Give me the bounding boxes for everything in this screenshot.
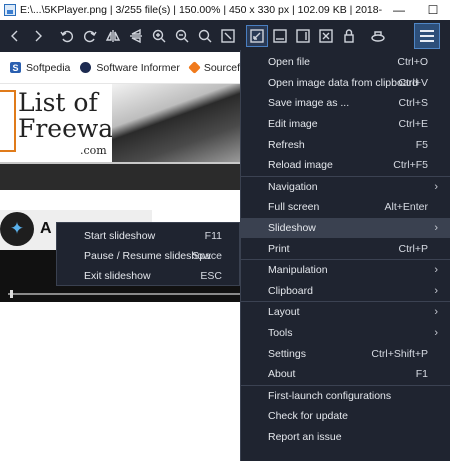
logo-text-line1: List of <box>18 88 98 117</box>
menu-item-refresh[interactable]: Refresh F5 <box>241 134 450 155</box>
lock-zoom-icon[interactable] <box>338 25 360 47</box>
submenu-item-pause-resume[interactable]: Pause / Resume slideshow Space <box>57 246 239 266</box>
bookmark-software-informer: Software Informer <box>80 62 180 74</box>
scale-to-width-icon[interactable] <box>269 25 291 47</box>
chevron-right-icon: › <box>434 264 438 277</box>
maximize-button[interactable]: ☐ <box>416 0 450 20</box>
chevron-right-icon: › <box>434 222 438 235</box>
menu-item-tools[interactable]: Tools › <box>241 323 450 344</box>
forward-icon[interactable] <box>27 25 49 47</box>
image-dark-band <box>0 164 240 190</box>
software-informer-icon <box>80 62 92 73</box>
chevron-right-icon: › <box>434 306 438 319</box>
main-menu-icon[interactable] <box>414 23 440 49</box>
main-menu: Open file Ctrl+O Open image data from cli… <box>240 50 450 461</box>
image-bookmarks-bar: S Softpedia Software Informer Sourcef <box>0 52 240 84</box>
menu-item-about[interactable]: About F1 <box>241 364 450 385</box>
menu-item-clipboard[interactable]: Clipboard › <box>241 281 450 302</box>
title-bar: E:\...\5KPlayer.png | 3/255 file(s) | 15… <box>0 0 450 20</box>
image-player-progress <box>8 293 240 295</box>
logo-text-line3: .com <box>80 144 107 157</box>
minimize-button[interactable]: — <box>382 0 416 20</box>
menu-item-reload-image[interactable]: Reload image Ctrl+F5 <box>241 155 450 176</box>
menu-item-open-file[interactable]: Open file Ctrl+O <box>241 52 450 73</box>
menu-item-open-clipboard[interactable]: Open image data from clipboard Ctrl+V <box>241 73 450 94</box>
logo-frame <box>0 90 16 152</box>
menu-item-edit-image[interactable]: Edit image Ctrl+E <box>241 114 450 135</box>
social-letter: A <box>40 220 52 237</box>
image-photo <box>112 84 240 162</box>
zoom-in-icon[interactable] <box>148 25 170 47</box>
flip-horizontal-icon[interactable] <box>102 25 124 47</box>
softpedia-icon: S <box>10 62 21 73</box>
bookmark-softpedia: S Softpedia <box>10 62 70 74</box>
back-icon[interactable] <box>4 25 26 47</box>
auto-zoom-icon[interactable] <box>246 25 268 47</box>
submenu-item-start-slideshow[interactable]: Start slideshow F11 <box>57 226 239 246</box>
chevron-right-icon: › <box>434 284 438 297</box>
sourceforge-icon <box>187 61 201 74</box>
chevron-right-icon: › <box>434 180 438 193</box>
chevron-right-icon: › <box>434 327 438 340</box>
menu-item-manipulation[interactable]: Manipulation › <box>241 260 450 281</box>
menu-item-print[interactable]: Print Ctrl+P <box>241 238 450 259</box>
rotate-right-icon[interactable] <box>79 25 101 47</box>
menu-item-full-screen[interactable]: Full screen Alt+Enter <box>241 197 450 218</box>
twitter-icon: ✦ <box>0 212 34 246</box>
slideshow-submenu: Start slideshow F11 Pause / Resume slides… <box>56 222 240 286</box>
menu-item-first-launch[interactable]: First-launch configurations <box>241 386 450 407</box>
menu-item-navigation[interactable]: Navigation › <box>241 177 450 198</box>
rotate-left-icon[interactable] <box>56 25 78 47</box>
toolbar <box>0 20 450 52</box>
menu-item-layout[interactable]: Layout › <box>241 302 450 323</box>
image-player-knob <box>10 290 13 298</box>
submenu-item-exit-slideshow[interactable]: Exit slideshow ESC <box>57 266 239 286</box>
scale-to-fill-icon[interactable] <box>315 25 337 47</box>
app-icon <box>4 4 16 16</box>
image-logo: List of Freeware .com <box>0 84 140 162</box>
flip-vertical-icon[interactable] <box>125 25 147 47</box>
zoom-fit-icon[interactable] <box>194 25 216 47</box>
fullscreen-icon[interactable] <box>217 25 239 47</box>
bookmark-sourceforge: Sourcef <box>187 61 240 74</box>
menu-item-report-issue[interactable]: Report an issue <box>241 427 450 448</box>
menu-item-slideshow[interactable]: Slideshow › <box>241 217 450 239</box>
menu-item-settings[interactable]: Settings Ctrl+Shift+P <box>241 343 450 364</box>
toggle-checkerboard-icon[interactable] <box>367 25 389 47</box>
menu-item-save-as[interactable]: Save image as ... Ctrl+S <box>241 93 450 114</box>
zoom-out-icon[interactable] <box>171 25 193 47</box>
menu-item-check-update[interactable]: Check for update <box>241 406 450 427</box>
scale-to-height-icon[interactable] <box>292 25 314 47</box>
window-title: E:\...\5KPlayer.png | 3/255 file(s) | 15… <box>20 4 382 16</box>
